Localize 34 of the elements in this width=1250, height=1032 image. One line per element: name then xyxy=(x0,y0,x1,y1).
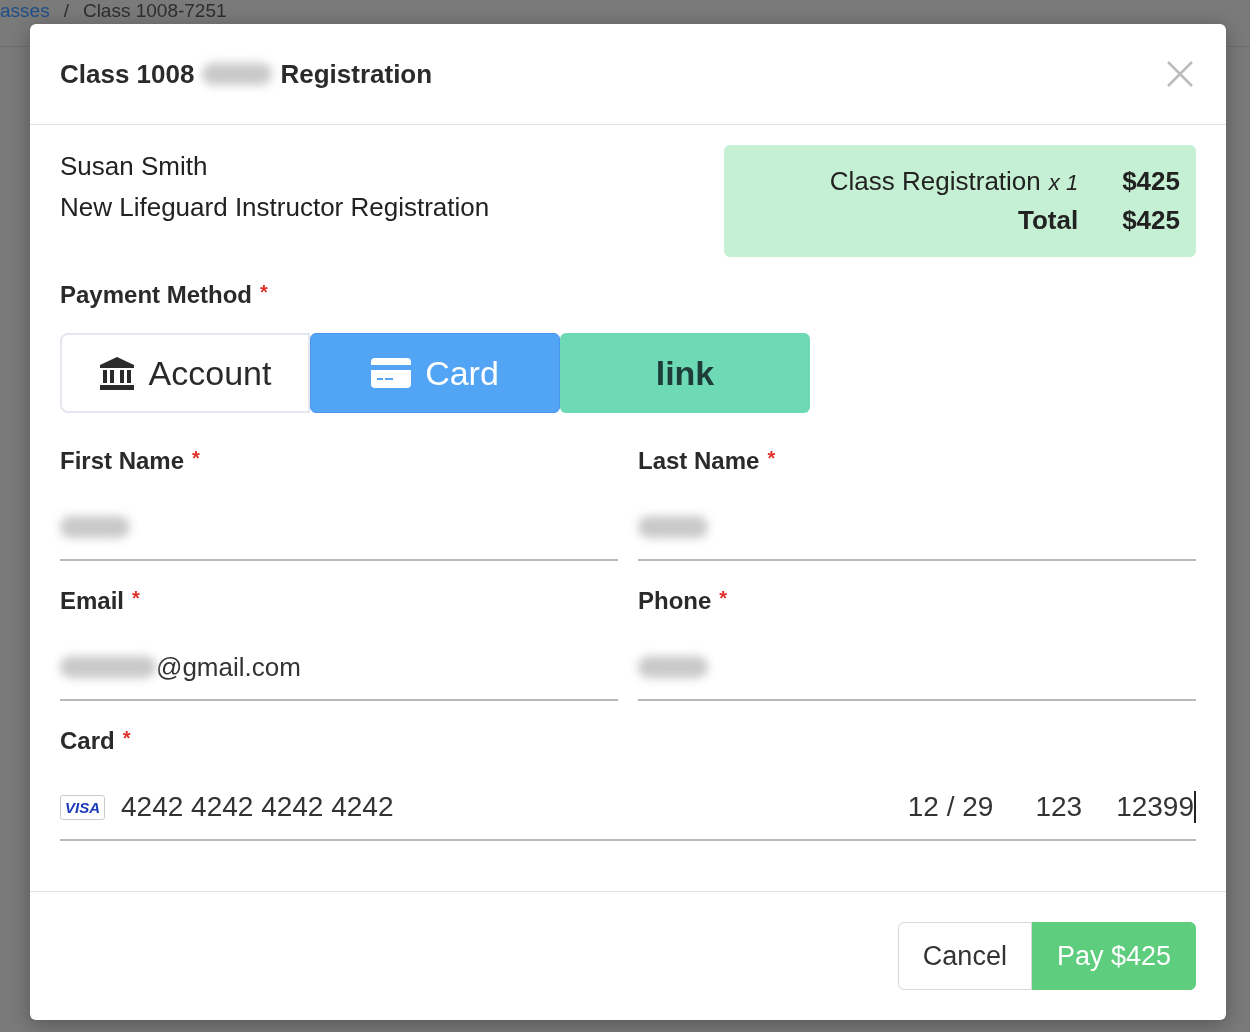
card-zip: 12399 xyxy=(1116,791,1196,823)
cancel-button[interactable]: Cancel xyxy=(897,922,1032,990)
card-input-field[interactable]: VISA 4242 4242 4242 4242 12 / 29 123 12399 xyxy=(60,775,1196,841)
bank-icon xyxy=(98,356,135,390)
required-mark: * xyxy=(122,727,131,751)
total-amount: $425 xyxy=(1122,205,1180,236)
credit-card-icon xyxy=(371,358,412,388)
field-label: Last Name xyxy=(638,447,760,475)
field-label: Payment Method xyxy=(60,281,253,309)
card-expiry: 12 / 29 xyxy=(907,791,994,823)
field-label: Email xyxy=(60,587,125,615)
field-label: Phone xyxy=(638,587,712,615)
input-field[interactable]: @gmail.com xyxy=(60,635,618,701)
line-item-label: Class Registration x 1 xyxy=(829,166,1079,197)
required-mark: * xyxy=(719,587,728,611)
dialog-title: Class 1008 xyxy=(60,58,195,90)
breadcrumb-text: Class 1008-7251 xyxy=(82,0,227,22)
card-brand-icon: VISA xyxy=(60,794,105,820)
required-mark: * xyxy=(132,587,140,611)
registration-type: New Lifeguard Instructor Registration xyxy=(60,192,490,223)
breadcrumb-text: / xyxy=(63,0,69,22)
payment-method-tab[interactable]: link xyxy=(560,333,810,413)
required-mark: * xyxy=(192,447,200,471)
card-cvc: 123 xyxy=(1035,791,1083,823)
required-mark: * xyxy=(767,447,776,471)
card-number: 4242 4242 4242 4242 xyxy=(121,791,395,823)
total-label: Total xyxy=(1017,205,1079,236)
dialog-title: Registration xyxy=(280,58,433,90)
field-label: First Name xyxy=(60,447,185,475)
required-mark: * xyxy=(260,281,268,305)
customer-name: Susan Smith xyxy=(60,151,209,182)
payment-method-tab[interactable]: Account xyxy=(60,333,310,413)
field-label: Card xyxy=(60,727,115,755)
line-item-amount: $425 xyxy=(1122,166,1180,197)
